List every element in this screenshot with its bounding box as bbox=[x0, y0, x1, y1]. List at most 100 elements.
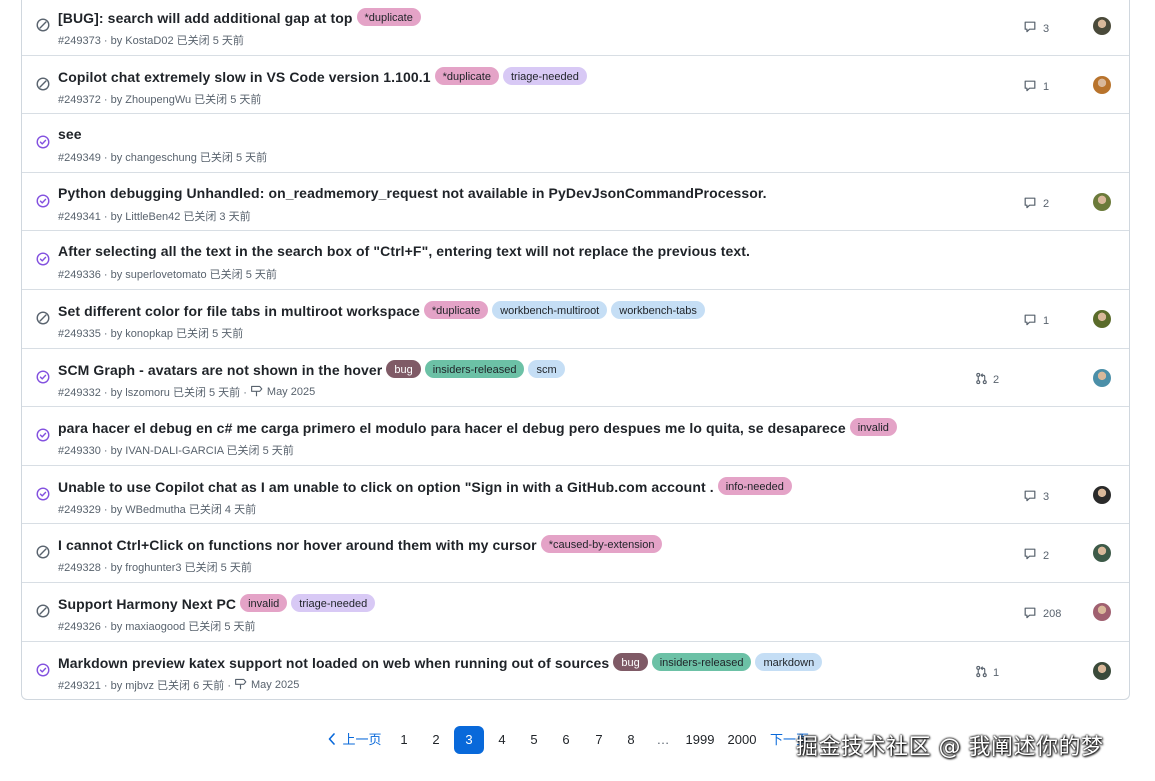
page-link-6[interactable]: 6 bbox=[557, 726, 575, 754]
comment-count[interactable]: 2 bbox=[1023, 547, 1049, 564]
issue-meta-text: #249321 · by mjbvz 已关闭 6 天前 · bbox=[58, 679, 232, 692]
issue-meta: #249330 · by IVAN-DALI-GARCIA 已关闭 5 天前 bbox=[58, 442, 294, 458]
issue-closed-not-planned-icon bbox=[36, 18, 50, 32]
issue-meta-text: #249335 · by konopkap 已关闭 5 天前 bbox=[58, 327, 244, 340]
avatar[interactable] bbox=[1093, 544, 1111, 563]
issue-title-link[interactable]: Markdown preview katex support not loade… bbox=[58, 655, 609, 671]
issue-meta-text: #249326 · by maxiaogood 已关闭 5 天前 bbox=[58, 620, 256, 633]
comment-icon bbox=[1023, 313, 1043, 330]
comment-number: 1 bbox=[1043, 315, 1050, 328]
page-link-2000[interactable]: 2000 bbox=[725, 726, 759, 754]
issue-title-link[interactable]: para hacer el debug en c# me carga prime… bbox=[58, 420, 846, 436]
issue-title-link[interactable]: I cannot Ctrl+Click on functions nor hov… bbox=[58, 537, 537, 553]
linked-pr-count[interactable]: 2 bbox=[975, 372, 999, 388]
issue-title-link[interactable]: SCM Graph - avatars are not shown in the… bbox=[58, 362, 382, 378]
issue-row[interactable]: Python debugging Unhandled: on_readmemor… bbox=[22, 171, 1129, 231]
issue-label[interactable]: insiders-released bbox=[424, 359, 525, 378]
avatar[interactable] bbox=[1093, 661, 1111, 680]
issue-label[interactable]: triage-needed bbox=[291, 593, 376, 612]
page-link-4[interactable]: 4 bbox=[493, 726, 511, 754]
issue-meta-text: #249349 · by changeschung 已关闭 5 天前 bbox=[58, 152, 268, 165]
issue-label[interactable]: insiders-released bbox=[651, 652, 752, 671]
page-link-2[interactable]: 2 bbox=[427, 726, 445, 754]
issue-closed-completed-icon bbox=[36, 663, 50, 677]
issue-label[interactable]: markdown bbox=[755, 652, 823, 671]
comment-count[interactable]: 1 bbox=[1023, 313, 1049, 330]
comment-count[interactable]: 208 bbox=[1023, 606, 1061, 623]
avatar[interactable] bbox=[1093, 309, 1111, 328]
issue-list: [BUG]: search will add additional gap at… bbox=[21, 0, 1130, 701]
issue-label[interactable]: *duplicate bbox=[423, 300, 489, 319]
issue-meta-text: #249336 · by superlovetomato 已关闭 5 天前 bbox=[58, 269, 277, 282]
issue-row[interactable]: SCM Graph - avatars are not shown in the… bbox=[22, 347, 1129, 407]
issue-label[interactable]: workbench-multiroot bbox=[492, 300, 608, 319]
issue-title-link[interactable]: Unable to use Copilot chat as I am unabl… bbox=[58, 479, 714, 495]
issue-label[interactable]: workbench-tabs bbox=[611, 300, 705, 319]
issue-label[interactable]: *duplicate bbox=[434, 66, 499, 85]
issue-label[interactable]: bug bbox=[613, 652, 648, 671]
comment-count[interactable]: 3 bbox=[1023, 489, 1049, 506]
issue-title-link[interactable]: Copilot chat extremely slow in VS Code v… bbox=[58, 69, 431, 85]
issue-label[interactable]: invalid bbox=[240, 593, 288, 612]
issue-title-link[interactable]: see bbox=[58, 126, 82, 142]
linked-pr-count[interactable]: 1 bbox=[975, 665, 999, 681]
avatar[interactable] bbox=[1093, 602, 1111, 621]
issue-meta: #249349 · by changeschung 已关闭 5 天前 bbox=[58, 149, 267, 165]
issue-label[interactable]: bug bbox=[386, 359, 421, 378]
issue-title-line: SCM Graph - avatars are not shown in the… bbox=[58, 359, 565, 379]
issue-meta: #249329 · by WBedmutha 已关闭 4 天前 bbox=[58, 501, 256, 517]
page-current[interactable]: 3 bbox=[454, 726, 484, 754]
milestone-label: May 2025 bbox=[251, 678, 300, 691]
avatar[interactable] bbox=[1093, 75, 1111, 94]
issue-label[interactable]: *caused-by-extension bbox=[540, 535, 663, 554]
avatar[interactable] bbox=[1093, 485, 1111, 504]
issue-title-line: Copilot chat extremely slow in VS Code v… bbox=[58, 66, 587, 86]
issue-title-link[interactable]: After selecting all the text in the sear… bbox=[58, 243, 750, 259]
issue-title-link[interactable]: Python debugging Unhandled: on_readmemor… bbox=[58, 185, 767, 201]
avatar[interactable] bbox=[1093, 192, 1111, 211]
page-link-8[interactable]: 8 bbox=[622, 726, 640, 754]
prev-page-label: 上一页 bbox=[342, 732, 382, 747]
issue-row[interactable]: Set different color for file tabs in mul… bbox=[22, 288, 1129, 348]
avatar[interactable] bbox=[1093, 17, 1111, 35]
issue-label[interactable]: scm bbox=[528, 359, 565, 378]
comment-number: 1 bbox=[1043, 81, 1050, 94]
issue-label[interactable]: invalid bbox=[849, 418, 897, 437]
issue-title-link[interactable]: [BUG]: search will add additional gap at… bbox=[58, 10, 353, 26]
issue-row[interactable]: [BUG]: search will add additional gap at… bbox=[22, 0, 1129, 55]
page-link-1999[interactable]: 1999 bbox=[683, 726, 717, 754]
issue-title-link[interactable]: Support Harmony Next PC bbox=[58, 596, 236, 612]
issue-label[interactable]: triage-needed bbox=[502, 66, 587, 85]
page-link-5[interactable]: 5 bbox=[525, 726, 543, 754]
issue-row[interactable]: After selecting all the text in the sear… bbox=[22, 230, 1129, 289]
issue-title-line: Markdown preview katex support not loade… bbox=[58, 652, 823, 672]
issue-meta: #249335 · by konopkap 已关闭 5 天前 bbox=[58, 325, 243, 341]
issue-label[interactable]: *duplicate bbox=[356, 8, 421, 26]
comment-count[interactable]: 1 bbox=[1023, 79, 1049, 96]
issue-closed-not-planned-icon bbox=[36, 604, 50, 618]
comment-count[interactable]: 3 bbox=[1023, 20, 1049, 37]
issue-row[interactable]: Copilot chat extremely slow in VS Code v… bbox=[22, 54, 1129, 114]
issue-row[interactable]: I cannot Ctrl+Click on functions nor hov… bbox=[22, 523, 1129, 582]
comment-number: 2 bbox=[1043, 198, 1050, 211]
issue-label[interactable]: info-needed bbox=[717, 476, 792, 495]
issue-row[interactable]: para hacer el debug en c# me carga prime… bbox=[22, 406, 1129, 465]
page-link-7[interactable]: 7 bbox=[590, 726, 608, 754]
issue-row[interactable]: Unable to use Copilot chat as I am unabl… bbox=[22, 464, 1129, 524]
issue-meta: #249372 · by ZhoupengWu 已关闭 5 天前 bbox=[58, 91, 261, 107]
comment-count[interactable]: 2 bbox=[1023, 196, 1049, 213]
milestone-link[interactable]: May 2025 bbox=[234, 677, 299, 693]
issue-title-link[interactable]: Set different color for file tabs in mul… bbox=[58, 303, 420, 319]
issue-row[interactable]: see #249349 · by changeschung 已关闭 5 天前 bbox=[22, 113, 1129, 172]
page-link-1[interactable]: 1 bbox=[395, 726, 413, 754]
comment-icon bbox=[1023, 489, 1043, 506]
prev-page-link[interactable]: 上一页 bbox=[326, 726, 384, 754]
issue-row[interactable]: Markdown preview katex support not loade… bbox=[22, 640, 1129, 700]
issue-closed-not-planned-icon bbox=[36, 77, 50, 91]
issue-meta-text: #249373 · by KostaD02 已关闭 5 天前 bbox=[58, 35, 244, 47]
issue-closed-completed-icon bbox=[36, 370, 50, 384]
avatar[interactable] bbox=[1093, 368, 1111, 387]
issue-row[interactable]: Support Harmony Next PC invalid triage-nee… bbox=[22, 581, 1129, 641]
issue-closed-completed-icon bbox=[36, 487, 50, 501]
milestone-link[interactable]: May 2025 bbox=[250, 384, 315, 400]
